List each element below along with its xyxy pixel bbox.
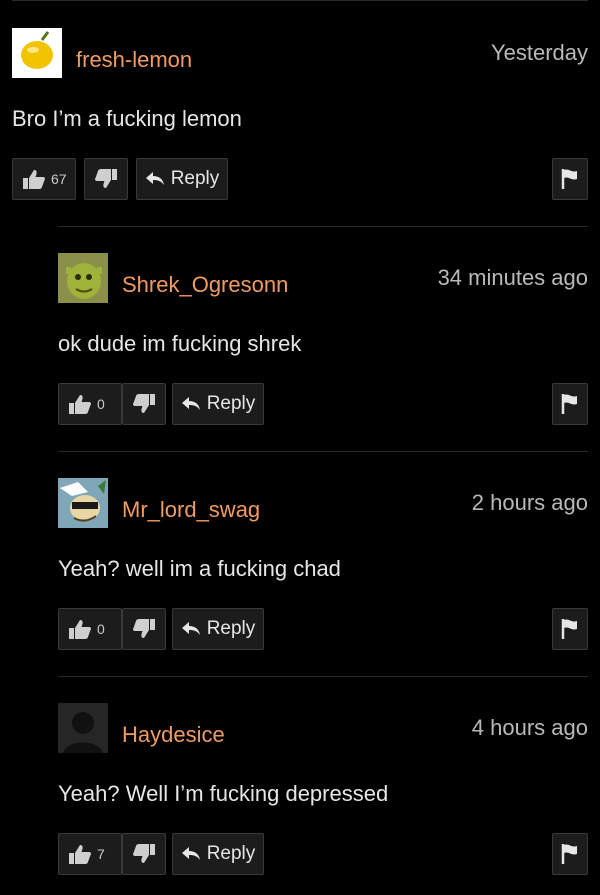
- comment-3: Mr_lord_swag 2 hours ago Yeah? well im a…: [58, 478, 588, 668]
- reply-button[interactable]: Reply: [172, 608, 264, 650]
- thumbs-down-icon: [93, 168, 119, 190]
- username[interactable]: Shrek_Ogresonn: [122, 272, 288, 298]
- top-divider: [12, 0, 588, 1]
- reply-arrow-icon: [145, 171, 165, 187]
- dislike-button[interactable]: [122, 833, 166, 875]
- dislike-button[interactable]: [84, 158, 128, 200]
- reply-arrow-icon: [181, 846, 201, 862]
- thumbs-up-icon: [67, 618, 93, 640]
- comment-text: ok dude im fucking shrek: [58, 331, 302, 356]
- reply-arrow-icon: [181, 621, 201, 637]
- like-count: 7: [97, 846, 105, 862]
- username[interactable]: fresh-lemon: [76, 47, 192, 73]
- shrek-avatar-icon[interactable]: [58, 253, 108, 303]
- like-button[interactable]: 0: [58, 608, 122, 650]
- timestamp: 2 hours ago: [471, 490, 588, 515]
- reply-button[interactable]: Reply: [172, 833, 264, 875]
- thumbs-up-icon: [67, 393, 93, 415]
- thumbs-down-icon: [131, 618, 157, 640]
- flag-button[interactable]: [552, 608, 588, 650]
- reply-arrow-icon: [181, 396, 201, 412]
- flag-icon: [561, 393, 579, 415]
- flag-icon: [561, 168, 579, 190]
- cartoon-avatar-icon[interactable]: [58, 478, 108, 528]
- reply-label: Reply: [170, 168, 220, 189]
- flag-button[interactable]: [552, 383, 588, 425]
- thumbs-up-icon: [21, 168, 47, 190]
- comment-4: Haydesice 4 hours ago Yeah? Well I’m fuc…: [58, 703, 588, 893]
- like-button[interactable]: 0: [58, 383, 122, 425]
- flag-button[interactable]: [552, 833, 588, 875]
- timestamp: 4 hours ago: [471, 715, 588, 740]
- flag-icon: [561, 843, 579, 865]
- comment-divider: [58, 676, 588, 677]
- timestamp: Yesterday: [490, 40, 588, 65]
- thumbs-up-icon: [67, 843, 93, 865]
- username[interactable]: Mr_lord_swag: [122, 497, 260, 523]
- reply-label: Reply: [206, 393, 256, 414]
- reply-button[interactable]: Reply: [136, 158, 228, 200]
- username[interactable]: Haydesice: [122, 722, 225, 748]
- thumbs-down-icon: [131, 393, 157, 415]
- like-count: 67: [51, 171, 67, 187]
- comment-text: Bro I’m a fucking lemon: [12, 106, 242, 131]
- like-count: 0: [97, 621, 105, 637]
- like-button[interactable]: 7: [58, 833, 122, 875]
- lemon-avatar-icon[interactable]: [12, 28, 62, 78]
- flag-button[interactable]: [552, 158, 588, 200]
- reply-label: Reply: [206, 618, 256, 639]
- like-button[interactable]: 67: [12, 158, 76, 200]
- comment-2: Shrek_Ogresonn 34 minutes ago ok dude im…: [58, 253, 588, 443]
- default-user-avatar-icon[interactable]: [58, 703, 108, 753]
- reply-button[interactable]: Reply: [172, 383, 264, 425]
- dislike-button[interactable]: [122, 608, 166, 650]
- reply-label: Reply: [206, 843, 256, 864]
- comment-1: fresh-lemon Yesterday Bro I’m a fucking …: [12, 28, 588, 218]
- dislike-button[interactable]: [122, 383, 166, 425]
- timestamp: 34 minutes ago: [437, 265, 588, 290]
- like-count: 0: [97, 396, 105, 412]
- comment-divider: [58, 226, 588, 227]
- comment-text: Yeah? Well I’m fucking depressed: [58, 781, 389, 806]
- thumbs-down-icon: [131, 843, 157, 865]
- comment-divider: [58, 451, 588, 452]
- flag-icon: [561, 618, 579, 640]
- comment-text: Yeah? well im a fucking chad: [58, 556, 341, 581]
